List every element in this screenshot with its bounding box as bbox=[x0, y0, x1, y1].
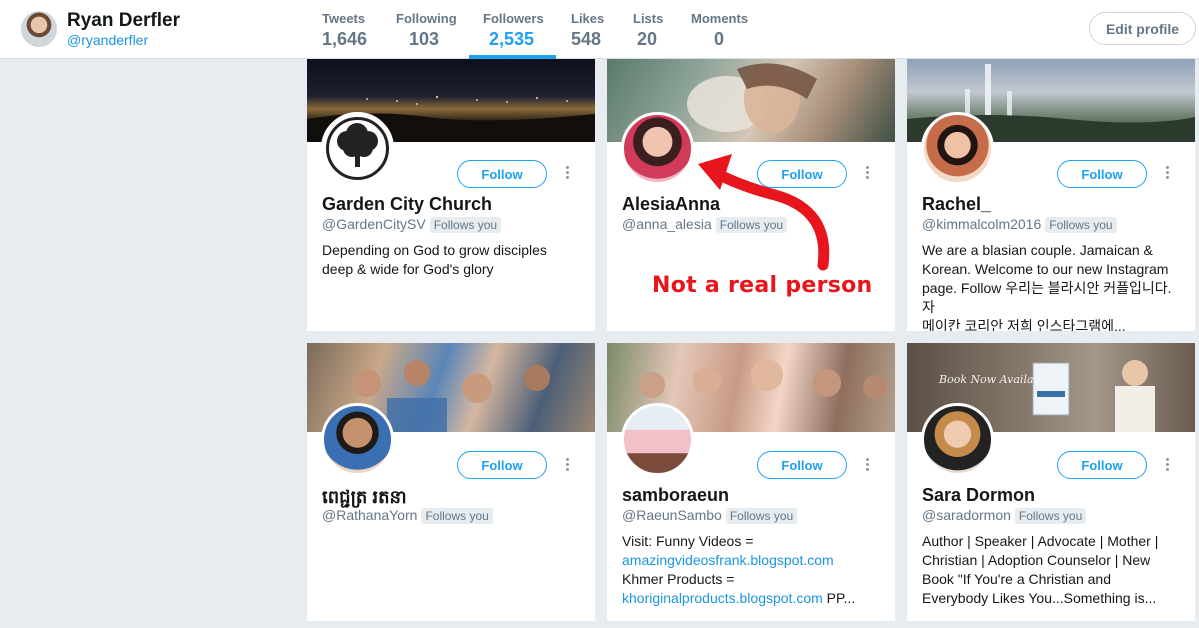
user-handle-row: @GardenCitySV Follows you bbox=[322, 216, 502, 233]
tree-logo-icon bbox=[326, 117, 389, 180]
stat-moments[interactable]: Moments 0 bbox=[691, 11, 748, 50]
bio-line: Khmer Products = bbox=[622, 571, 735, 587]
profile-handle[interactable]: @ryanderfler bbox=[67, 32, 148, 48]
follower-card[interactable]: Follow samboraeun @RaeunSambo Follows you… bbox=[607, 343, 895, 621]
bio-line: Author | Speaker | Advocate | Mother | bbox=[922, 533, 1159, 549]
follows-you-badge: Follows you bbox=[421, 508, 493, 524]
user-name[interactable]: samboraeun bbox=[622, 485, 729, 506]
bio-line: 메이칸 코리안 저희 인스타그램에... bbox=[922, 318, 1126, 331]
avatar[interactable] bbox=[21, 11, 57, 47]
stat-value: 1,646 bbox=[322, 29, 368, 49]
edit-profile-button[interactable]: Edit profile bbox=[1089, 12, 1196, 45]
bio-line: We are a blasian couple. Jamaican & bbox=[922, 242, 1153, 258]
bio-line: deep & wide for God's glory bbox=[322, 261, 494, 277]
more-options-icon[interactable] bbox=[563, 165, 571, 181]
stat-label: Lists bbox=[633, 11, 664, 26]
bio-line: Visit: Funny Videos = bbox=[622, 533, 754, 549]
bio-line: page. Follow 우리는 블라시안 커플입니다. 자 bbox=[922, 280, 1172, 315]
user-handle[interactable]: @kimmalcolm2016 bbox=[922, 216, 1041, 232]
bio-line: Everybody Likes You...Something is... bbox=[922, 590, 1157, 606]
annotation-arrow-icon bbox=[698, 154, 830, 271]
user-name[interactable]: Rachel_ bbox=[922, 194, 991, 215]
avatar[interactable] bbox=[621, 112, 694, 185]
more-options-icon[interactable] bbox=[1163, 457, 1171, 473]
stat-likes[interactable]: Likes 548 bbox=[571, 11, 604, 50]
stat-followers[interactable]: Followers 2,535 bbox=[483, 11, 544, 50]
stat-label: Likes bbox=[571, 11, 605, 26]
user-handle[interactable]: @RathanaYorn bbox=[322, 507, 417, 523]
stat-value: 103 bbox=[409, 29, 440, 49]
stat-following[interactable]: Following 103 bbox=[396, 11, 457, 50]
user-name[interactable]: Sara Dormon bbox=[922, 485, 1035, 506]
bio-line: Book "If You're a Christian and bbox=[922, 571, 1111, 587]
user-handle-row: @kimmalcolm2016 Follows you bbox=[922, 216, 1117, 233]
stat-value: 20 bbox=[637, 29, 658, 49]
bio-link[interactable]: amazingvideosfrank.blogspot.com bbox=[622, 552, 834, 568]
user-bio: We are a blasian couple. Jamaican & Kore… bbox=[922, 241, 1184, 331]
follow-button[interactable]: Follow bbox=[1057, 451, 1147, 479]
follow-button[interactable]: Follow bbox=[757, 451, 847, 479]
stat-label: Moments bbox=[691, 11, 749, 26]
more-options-icon[interactable] bbox=[1163, 165, 1171, 181]
stat-value: 2,535 bbox=[489, 29, 535, 49]
user-handle-row: @RathanaYorn Follows you bbox=[322, 507, 493, 524]
stat-lists[interactable]: Lists 20 bbox=[633, 11, 663, 50]
stat-value: 0 bbox=[714, 29, 725, 49]
more-options-icon[interactable] bbox=[863, 165, 871, 181]
follow-button[interactable]: Follow bbox=[457, 451, 547, 479]
follower-card[interactable]: Follow Rachel_ @kimmalcolm2016 Follows yo… bbox=[907, 59, 1195, 331]
follower-card[interactable]: Book Now Available Follow Sara Dormon @s… bbox=[907, 343, 1195, 621]
follows-you-badge: Follows you bbox=[429, 217, 502, 233]
avatar[interactable] bbox=[321, 403, 394, 476]
user-handle[interactable]: @RaeunSambo bbox=[622, 507, 722, 523]
follows-you-badge: Follows you bbox=[1045, 217, 1117, 233]
stat-label: Followers bbox=[483, 11, 544, 26]
stat-label: Tweets bbox=[322, 11, 366, 26]
follower-card[interactable]: Follow ពេជ្ជត្រ រតនា @RathanaYorn Follows… bbox=[307, 343, 595, 621]
user-bio: Visit: Funny Videos = amazingvideosfrank… bbox=[622, 532, 884, 608]
avatar[interactable] bbox=[921, 403, 994, 476]
stat-label: Following bbox=[396, 11, 457, 26]
annotation-text: Not a real person bbox=[652, 273, 873, 298]
bio-line: Christian | Adoption Counselor | New bbox=[922, 552, 1151, 568]
follow-button[interactable]: Follow bbox=[1057, 160, 1147, 188]
bio-tail: PP... bbox=[822, 590, 856, 606]
bio-line: Korean. Welcome to our new Instagram bbox=[922, 261, 1169, 277]
profile-name[interactable]: Ryan Derfler bbox=[67, 10, 180, 32]
avatar[interactable] bbox=[621, 403, 694, 476]
user-handle[interactable]: @saradormon bbox=[922, 507, 1011, 523]
stat-tweets[interactable]: Tweets 1,646 bbox=[322, 11, 367, 50]
user-handle[interactable]: @GardenCitySV bbox=[322, 216, 426, 232]
user-bio: Depending on God to grow disciples deep … bbox=[322, 241, 584, 279]
follows-you-badge: Follows you bbox=[1014, 508, 1087, 524]
more-options-icon[interactable] bbox=[563, 457, 571, 473]
follow-button[interactable]: Follow bbox=[457, 160, 547, 188]
profile-nav-bar: Ryan Derfler @ryanderfler Tweets 1,646 F… bbox=[0, 0, 1199, 59]
more-options-icon[interactable] bbox=[863, 457, 871, 473]
follows-you-badge: Follows you bbox=[725, 508, 798, 524]
user-handle-row: @saradormon Follows you bbox=[922, 507, 1087, 524]
bio-link[interactable]: khoriginalproducts.blogspot.com bbox=[622, 590, 823, 606]
follower-card[interactable]: Follow Garden City Church @GardenCitySV F… bbox=[307, 59, 595, 331]
user-name[interactable]: Garden City Church bbox=[322, 194, 492, 215]
bio-line: Depending on God to grow disciples bbox=[322, 242, 547, 258]
user-bio: Author | Speaker | Advocate | Mother | C… bbox=[922, 532, 1184, 608]
stat-value: 548 bbox=[571, 29, 602, 49]
avatar[interactable] bbox=[321, 112, 394, 185]
avatar[interactable] bbox=[921, 112, 994, 185]
user-handle-row: @RaeunSambo Follows you bbox=[622, 507, 798, 524]
